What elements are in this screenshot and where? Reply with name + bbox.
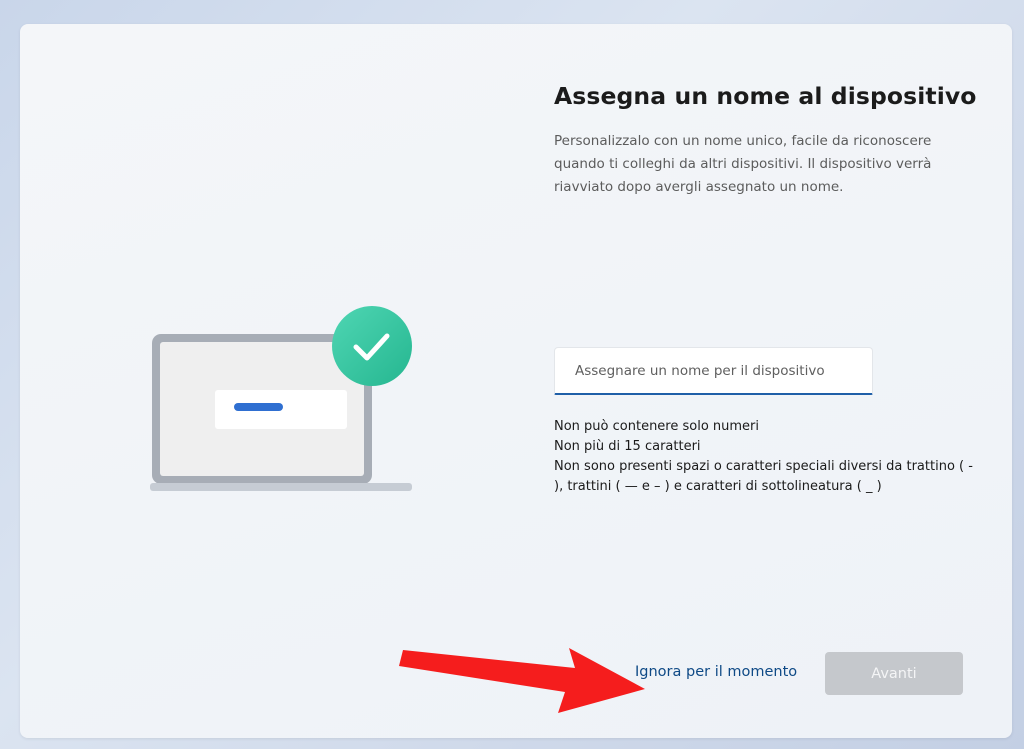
rule-item: Non sono presenti spazi o caratteri spec… bbox=[554, 459, 973, 494]
rule-item: Non più di 15 caratteri bbox=[554, 439, 701, 454]
checkmark-icon bbox=[332, 306, 412, 386]
setup-panel: Assegna un nome al dispositivo Personali… bbox=[20, 24, 1012, 738]
rule-item: Non può contenere solo numeri bbox=[554, 419, 760, 434]
laptop-illustration bbox=[150, 306, 412, 491]
red-arrow-icon bbox=[399, 648, 645, 713]
page-title: Assegna un nome al dispositivo bbox=[554, 82, 977, 110]
skip-for-now-link[interactable]: Ignora per il momento bbox=[635, 664, 797, 680]
name-rules-list: Non può contenere solo numeri Non più di… bbox=[554, 417, 979, 497]
next-button[interactable]: Avanti bbox=[825, 652, 963, 695]
device-name-input[interactable] bbox=[554, 347, 873, 395]
page-description: Personalizzalo con un nome unico, facile… bbox=[554, 133, 932, 195]
